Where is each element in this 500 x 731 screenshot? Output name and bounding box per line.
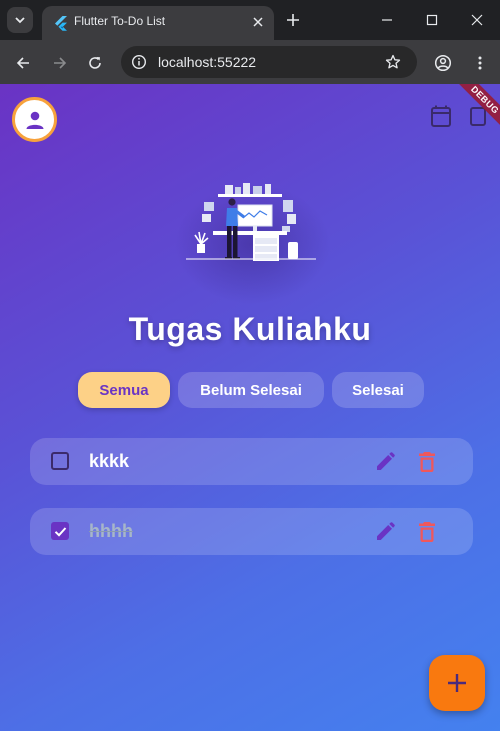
edit-task-button[interactable] (374, 451, 396, 473)
site-info-button[interactable] (129, 52, 149, 72)
delete-task-button[interactable] (416, 450, 438, 474)
edit-task-button[interactable] (374, 521, 396, 543)
maximize-button[interactable] (412, 5, 452, 35)
task-item[interactable]: hhhh (30, 508, 473, 555)
app-viewport: DEBUG Tugas Kuliahku Semua Belum Selesai… (0, 84, 500, 731)
trash-icon (419, 522, 435, 542)
filter-chip-done[interactable]: Selesai (332, 372, 424, 408)
filter-chip-label: Belum Selesai (200, 381, 302, 399)
check-icon (54, 526, 66, 537)
task-item[interactable]: kkkk (30, 438, 473, 485)
add-task-fab[interactable] (429, 655, 485, 711)
window-close-button[interactable] (457, 5, 497, 35)
minimize-icon (382, 19, 392, 21)
tab-close-button[interactable] (248, 12, 268, 32)
back-button[interactable] (11, 51, 35, 75)
trash-icon (419, 452, 435, 472)
plus-icon (287, 14, 299, 26)
arrow-left-icon (16, 57, 29, 69)
minimize-button[interactable] (367, 5, 407, 35)
forward-button[interactable] (48, 51, 72, 75)
maximize-icon (426, 14, 438, 26)
task-checkbox[interactable] (51, 452, 69, 470)
study-desk-illustration (186, 183, 316, 261)
account-circle-icon (434, 54, 452, 72)
bookmark-button[interactable] (383, 52, 403, 72)
task-title: hhhh (89, 521, 133, 541)
new-tab-button[interactable] (282, 9, 304, 31)
pencil-icon (377, 452, 395, 470)
filter-chip-label: Selesai (352, 381, 404, 399)
browser-menu-button[interactable] (468, 51, 492, 75)
filter-chip-not-done[interactable]: Belum Selesai (178, 372, 324, 408)
close-icon (253, 17, 263, 27)
reload-icon (89, 57, 101, 69)
profile-button[interactable] (431, 51, 455, 75)
chevron-down-icon (15, 17, 25, 24)
info-icon (131, 54, 147, 70)
flutter-logo-icon (55, 16, 67, 31)
browser-toolbar: localhost:55222 (0, 40, 500, 84)
app-title: Tugas Kuliahku (128, 311, 372, 347)
more-vert-icon (478, 56, 482, 70)
filter-chip-all[interactable]: Semua (78, 372, 170, 408)
close-icon (471, 14, 483, 26)
delete-task-button[interactable] (416, 520, 438, 544)
person-icon (26, 111, 43, 129)
calendar-button[interactable] (428, 103, 454, 129)
tab-search-button[interactable] (7, 7, 33, 33)
address-bar[interactable]: localhost:55222 (121, 46, 417, 78)
star-icon (385, 54, 401, 69)
tab-title: Flutter To-Do List (74, 14, 166, 28)
reload-button[interactable] (83, 51, 107, 75)
arrow-right-icon (54, 57, 67, 69)
browser-tab[interactable]: Flutter To-Do List (42, 6, 274, 40)
calendar-icon (431, 105, 451, 127)
pencil-icon (377, 522, 395, 540)
filter-chip-label: Semua (99, 381, 149, 399)
url-text: localhost:55222 (158, 54, 257, 70)
profile-avatar-button[interactable] (12, 97, 57, 142)
browser-tabstrip: Flutter To-Do List (0, 0, 500, 40)
task-checkbox-checked[interactable] (51, 522, 69, 540)
task-title: kkkk (89, 451, 130, 471)
plus-icon (448, 674, 466, 692)
